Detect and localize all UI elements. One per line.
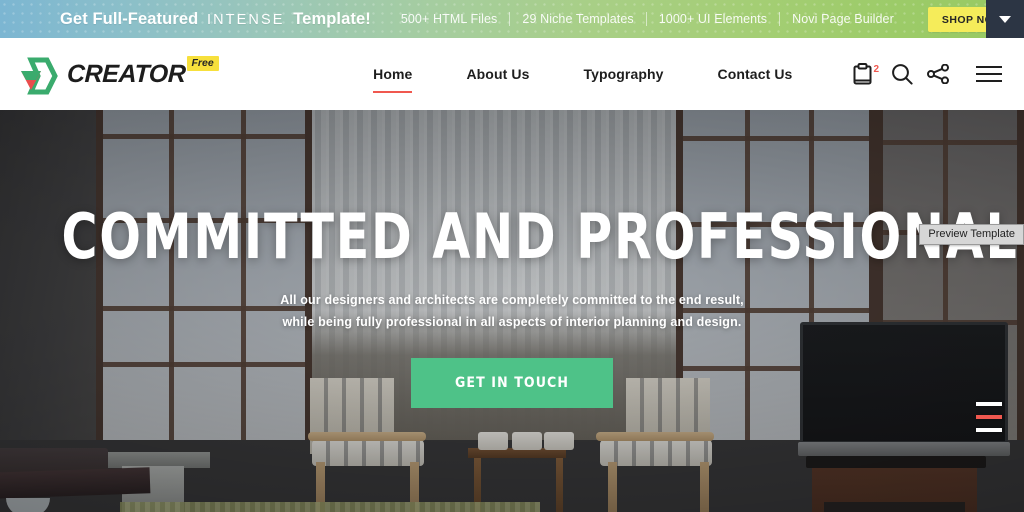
promo-collapse-toggle[interactable] bbox=[986, 0, 1024, 38]
promo-feature-item: 1000+ UI Elements bbox=[658, 12, 768, 26]
nav-item-home[interactable]: Home bbox=[346, 61, 439, 93]
hero-subtitle: All our designers and architects are com… bbox=[280, 293, 744, 329]
hamburger-line bbox=[976, 73, 1002, 75]
slider-dot-3[interactable] bbox=[976, 428, 1002, 432]
promo-headline-suffix: Template! bbox=[293, 9, 371, 28]
search-icon[interactable] bbox=[891, 63, 913, 85]
hamburger-line bbox=[976, 80, 1002, 82]
nav-item-contact-us[interactable]: Contact Us bbox=[691, 61, 820, 87]
promo-feature-item: Novi Page Builder bbox=[792, 12, 894, 26]
promo-feature-item: 500+ HTML Files bbox=[400, 12, 498, 26]
nav-item-typography[interactable]: Typography bbox=[556, 61, 690, 87]
promo-feature-item: 29 Niche Templates bbox=[522, 12, 634, 26]
hamburger-lines bbox=[976, 66, 1002, 82]
hero-section: COMMITTED AND PROFESSIONAL All our desig… bbox=[0, 110, 1024, 512]
slider-dot-2[interactable] bbox=[976, 415, 1002, 419]
hero-title: COMMITTED AND PROFESSIONAL bbox=[61, 200, 1019, 273]
preview-template-tooltip: Preview Template bbox=[919, 224, 1024, 245]
hamburger-menu-icon[interactable] bbox=[976, 66, 1002, 82]
promo-banner: Get Full-Featured INTENSE Template! 500+… bbox=[0, 0, 1024, 38]
nav-item-label: Home bbox=[373, 66, 413, 82]
promo-feature-list: 500+ HTML Files 29 Niche Templates 1000+… bbox=[389, 12, 906, 26]
nav-active-underline bbox=[373, 91, 413, 93]
slider-dot-1[interactable] bbox=[976, 402, 1002, 406]
brand-logo[interactable]: CREATOR Free bbox=[18, 54, 219, 95]
share-icon[interactable] bbox=[927, 64, 949, 84]
hamburger-line bbox=[976, 66, 1002, 68]
brand-free-badge: Free bbox=[186, 55, 219, 71]
header-icon-group: 2 bbox=[853, 63, 1002, 85]
cart-count-badge: 2 bbox=[873, 63, 879, 75]
slider-pagination bbox=[976, 402, 1002, 432]
brand-name: CREATOR bbox=[66, 59, 187, 88]
site-header: CREATOR Free Home About Us Typography Co… bbox=[0, 38, 1024, 110]
main-navigation: Home About Us Typography Contact Us bbox=[346, 61, 820, 93]
get-in-touch-button[interactable]: GET IN TOUCH bbox=[410, 357, 614, 408]
cart-icon[interactable]: 2 bbox=[853, 63, 879, 85]
creator-hexagon-logo-icon bbox=[18, 57, 58, 95]
promo-headline-brand: INTENSE bbox=[206, 11, 285, 28]
hero-content: COMMITTED AND PROFESSIONAL All our desig… bbox=[0, 206, 1024, 408]
promo-banner-inner: Get Full-Featured INTENSE Template! 500+… bbox=[0, 0, 1024, 38]
nav-item-about-us[interactable]: About Us bbox=[439, 61, 556, 87]
promo-headline-prefix: Get Full-Featured bbox=[60, 9, 199, 28]
chevron-down-icon bbox=[999, 15, 1011, 23]
promo-headline: Get Full-Featured INTENSE Template! bbox=[60, 10, 371, 29]
